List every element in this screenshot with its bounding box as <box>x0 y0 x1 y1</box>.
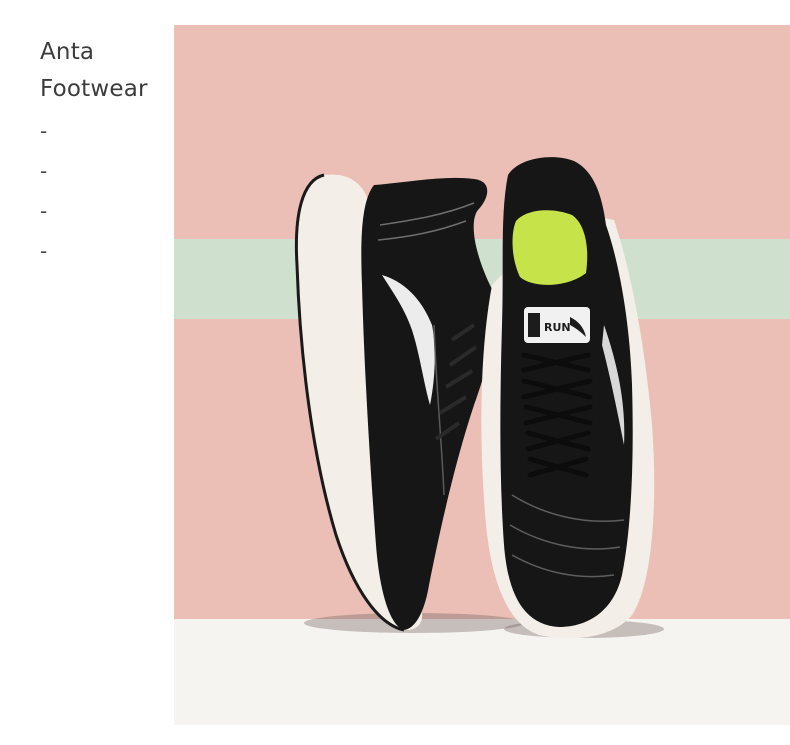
dash-item: - <box>40 119 48 143</box>
floor-block <box>174 619 790 725</box>
tongue-label-text: RUN <box>544 321 571 334</box>
sidebar: Anta Footwear - - - - <box>40 34 170 271</box>
product-photo-svg: RUN <box>174 25 790 725</box>
product-photo: RUN <box>174 25 790 725</box>
brand-line-2: Footwear <box>40 76 148 102</box>
brand-line-1: Anta <box>40 39 95 65</box>
right-shoe-lining <box>512 210 588 285</box>
tongue-label-checker <box>528 313 540 337</box>
dash-item: - <box>40 239 48 263</box>
dash-item: - <box>40 159 48 183</box>
dash-item: - <box>40 199 48 223</box>
dash-list: - - - - <box>40 111 170 271</box>
